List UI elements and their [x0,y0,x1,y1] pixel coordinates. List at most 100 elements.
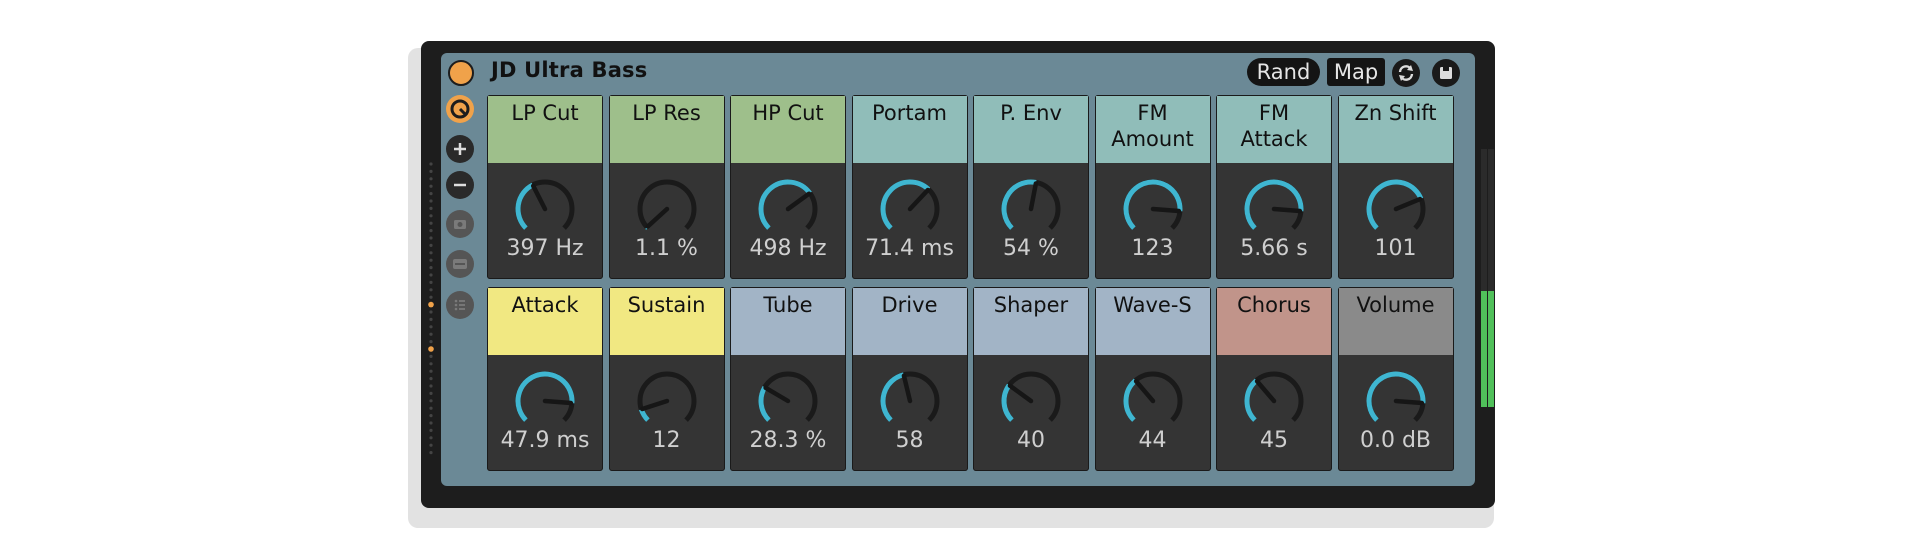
macro-cell: Tube 28.3 % [730,287,846,471]
macro-knob[interactable] [754,175,822,243]
knob-needle [1271,206,1303,214]
quick-map-icon[interactable] [446,95,474,123]
macro-label[interactable]: Chorus [1217,288,1331,355]
macro-value: 123 [1131,236,1174,261]
meter-right-fill [1488,290,1494,407]
macro-knob[interactable] [997,367,1065,435]
macro-value: 71.4 ms [865,236,954,261]
macro-label[interactable]: FM Amount [1095,96,1210,163]
macro-knob[interactable] [511,175,579,243]
chain-dot [429,384,433,388]
chain-dot [429,362,433,366]
chain-dot [429,406,433,410]
snapshot-icon[interactable] [446,210,474,238]
knob-needle [645,206,669,229]
macro-label[interactable]: Portam [852,96,967,163]
chain-dot [429,177,433,181]
macro-cell: HP Cut 498 Hz [730,95,846,279]
macro-label[interactable]: Sustain [609,288,724,355]
macro-value: 28.3 % [749,428,827,453]
macro-value: 0.0 dB [1359,428,1432,453]
chain-dot [429,391,433,395]
collapse-icon[interactable] [446,250,474,278]
knob-needle [639,398,669,412]
chain-dot [429,377,433,381]
macro-knob[interactable] [1362,367,1430,435]
chain-dot [428,301,434,308]
knob-needle [1007,383,1034,404]
device-power-button[interactable] [448,60,474,86]
chain-dot [429,162,433,166]
macro-cell: Chorus 45 [1216,287,1332,471]
chain-dot [429,295,433,299]
chain-dot [429,310,433,314]
macro-knob[interactable] [754,367,822,435]
macro-value: 397 Hz [506,236,584,261]
knob-track [758,371,818,422]
knob-needle [542,398,574,406]
sync-icon[interactable] [1392,59,1420,87]
macro-knob[interactable] [876,175,944,243]
chain-dot [429,169,433,173]
list-icon[interactable] [446,291,474,319]
meter-left-fill [1481,290,1487,407]
macro-label[interactable]: HP Cut [731,96,845,163]
chain-dot [429,258,433,262]
macro-value: 498 Hz [749,236,827,261]
knob-value-arc [1123,179,1182,230]
knob-value-arc [758,385,771,422]
chain-dot [429,273,433,277]
macro-label[interactable]: Wave-S [1095,288,1210,355]
macro-label[interactable]: Drive [852,288,967,355]
macro-knob[interactable] [633,367,701,435]
rack-device: JD Ultra Bass Rand Map LP Cut 397 Hz LP … [421,41,1495,508]
macro-label[interactable]: Tube [731,288,845,355]
macro-cell: Portam 71.4 ms [851,95,968,279]
chain-dot [429,280,433,284]
chain-dot [429,236,433,240]
knob-value-arc [1123,378,1137,422]
chain-dot [429,317,433,321]
macro-label[interactable]: FM Attack [1217,96,1331,163]
macro-label[interactable]: LP Cut [488,96,602,163]
knob-value-arc [880,179,930,230]
knob-needle [1393,398,1424,406]
macro-knob[interactable] [1240,367,1308,435]
macro-knob[interactable] [1119,175,1187,243]
remove-icon[interactable] [446,171,474,199]
macro-knob[interactable] [511,367,579,435]
macro-knob[interactable] [1119,367,1187,435]
macro-label[interactable]: Zn Shift [1338,96,1453,163]
macro-cell: Volume 0.0 dB [1337,287,1454,471]
macro-value: 45 [1260,428,1288,453]
macro-knob[interactable] [876,367,944,435]
macro-knob[interactable] [997,175,1065,243]
macro-value: 1.1 % [635,236,698,261]
macro-label[interactable]: Attack [488,288,602,355]
output-meter-right [1488,149,1494,407]
macro-label[interactable]: Volume [1338,288,1453,355]
randomize-button[interactable]: Rand [1247,58,1320,86]
map-button[interactable]: Map [1327,58,1385,86]
macro-value: 40 [1017,428,1045,453]
chain-dot-strip [428,162,434,455]
macro-cell: P. Env 54 % [973,95,1089,279]
add-icon[interactable] [446,135,474,163]
macro-knob[interactable] [1362,175,1430,243]
macro-label[interactable]: Shaper [974,288,1088,355]
chain-dot [429,266,433,270]
save-preset-icon[interactable] [1432,59,1460,87]
macro-cell: Shaper 40 [973,287,1089,471]
chain-dot [429,332,433,336]
chain-dot [429,325,433,329]
macro-cell: LP Cut 397 Hz [487,95,603,279]
macro-label[interactable]: P. Env [974,96,1088,163]
knob-track [1001,371,1061,422]
chain-dot [429,354,433,358]
knob-value-arc [1366,179,1423,230]
macro-value: 5.66 s [1240,236,1308,261]
macro-knob[interactable] [633,175,701,243]
chain-dot [428,346,434,352]
macro-label[interactable]: LP Res [609,96,724,163]
macro-knob[interactable] [1240,175,1308,243]
